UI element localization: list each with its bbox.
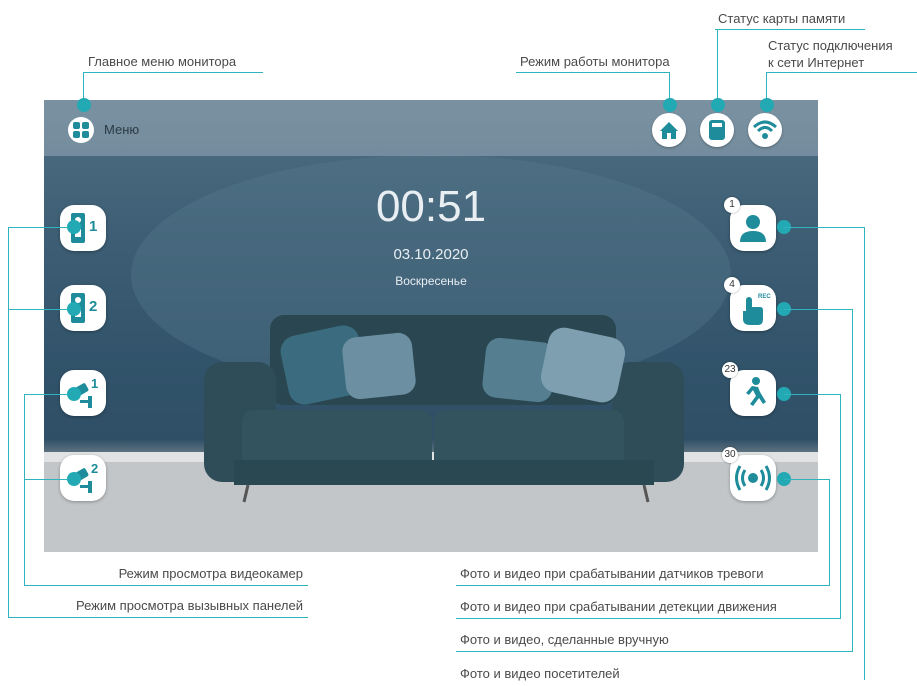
- callout-line: [784, 227, 865, 228]
- manual-rec-hand-icon: REC: [743, 294, 771, 325]
- callout-line: [766, 72, 917, 73]
- callout-line: [717, 29, 718, 102]
- alarm-signal-icon: [735, 465, 771, 491]
- alarm-count-badge: 30: [722, 447, 738, 463]
- label-alarm-media: Фото и видео при срабатывании датчиков т…: [460, 566, 764, 581]
- callout-line: [840, 394, 841, 619]
- visitor-person-icon: [740, 215, 766, 242]
- label-motion-media: Фото и видео при срабатывании детекции д…: [460, 599, 777, 614]
- clock-date: 03.10.2020: [393, 246, 469, 263]
- wifi-icon: [752, 120, 778, 139]
- callout-line: [24, 479, 68, 480]
- callout-line: [784, 394, 841, 395]
- home-mode-button[interactable]: [652, 113, 686, 147]
- callout-line: [864, 227, 865, 680]
- callout-line: [516, 72, 670, 73]
- callout-line: [8, 309, 68, 310]
- label-memory-card: Статус карты памяти: [718, 11, 846, 26]
- sofa-background: [44, 155, 818, 552]
- callout-dot: [67, 302, 81, 316]
- label-internet-2: к сети Интернет: [768, 55, 865, 70]
- callout-dot: [711, 98, 725, 112]
- call-panel-number: 1: [89, 218, 98, 235]
- home-icon: [660, 122, 678, 139]
- callout-line: [8, 227, 68, 228]
- callout-dot: [663, 98, 677, 112]
- label-internet-1: Статус подключения: [768, 38, 893, 53]
- label-visitor-media: Фото и видео посетителей: [460, 666, 620, 681]
- menu-grid-icon: [68, 117, 94, 143]
- callout-line: [24, 585, 308, 586]
- camera-number: 1: [91, 376, 99, 391]
- label-camera-view-mode: Режим просмотра видеокамер: [118, 566, 303, 581]
- callout-dot: [760, 98, 774, 112]
- callout-line: [715, 29, 865, 30]
- svg-text:REC: REC: [758, 294, 771, 300]
- callout-line: [456, 618, 841, 619]
- callout-line: [8, 617, 308, 618]
- manual-media-button[interactable]: REC 4: [724, 277, 776, 331]
- internet-status: [748, 113, 782, 147]
- alarm-media-button[interactable]: 30: [722, 447, 776, 501]
- callout-dot: [67, 472, 81, 486]
- motion-media-button[interactable]: 23: [722, 362, 776, 416]
- clock-weekday: Воскресенье: [395, 274, 467, 288]
- callout-dot: [77, 98, 91, 112]
- callout-line: [8, 227, 9, 618]
- monitor-screen: Меню 00:51 03.10.2020 Воскресенье 1 2 1 …: [44, 100, 818, 552]
- memory-card-status: [700, 113, 734, 147]
- callout-dot: [67, 387, 81, 401]
- callout-dot: [67, 220, 81, 234]
- running-man-icon: [746, 377, 766, 406]
- visitors-count-badge: 1: [724, 197, 740, 213]
- callout-line: [24, 394, 25, 586]
- label-main-menu: Главное меню монитора: [88, 54, 237, 69]
- callout-line: [784, 479, 830, 480]
- call-panel-number: 2: [89, 298, 98, 315]
- manual-count-badge: 4: [724, 277, 740, 293]
- camera-number: 2: [91, 461, 99, 476]
- memory-card-icon: [709, 120, 725, 140]
- callout-line: [456, 651, 853, 652]
- label-panel-view-mode: Режим просмотра вызывных панелей: [75, 598, 303, 613]
- callout-line: [784, 309, 853, 310]
- visitors-media-button[interactable]: 1: [724, 197, 776, 251]
- label-manual-media: Фото и видео, сделанные вручную: [460, 632, 669, 647]
- callout-line: [829, 479, 830, 586]
- motion-count-badge: 23: [722, 362, 738, 378]
- callout-line: [852, 309, 853, 652]
- callout-line: [456, 585, 830, 586]
- menu-button[interactable]: Меню: [64, 115, 164, 145]
- callout-line: [83, 72, 263, 73]
- menu-label: Меню: [104, 122, 140, 137]
- label-monitor-mode: Режим работы монитора: [520, 54, 670, 69]
- clock-time: 00:51: [375, 182, 487, 231]
- callout-line: [24, 394, 68, 395]
